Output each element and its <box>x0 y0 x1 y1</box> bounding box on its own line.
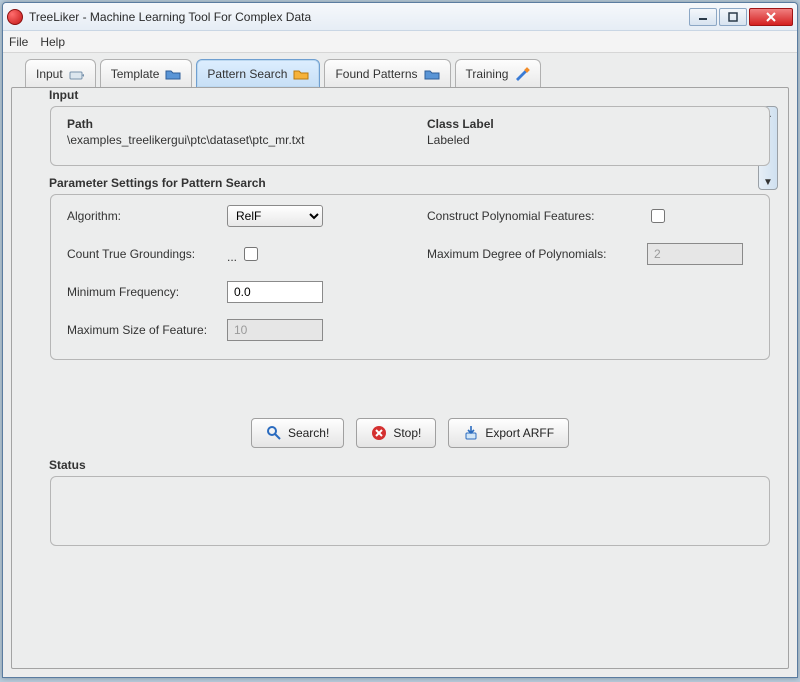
button-row: Search! Stop! Export ARFF <box>50 418 770 448</box>
export-button-label: Export ARFF <box>485 426 554 440</box>
params-legend: Parameter Settings for Pattern Search <box>49 176 266 190</box>
stop-icon <box>371 425 387 441</box>
titlebar: TreeLiker - Machine Learning Tool For Co… <box>3 3 797 31</box>
export-button[interactable]: Export ARFF <box>448 418 569 448</box>
path-value: \examples_treelikergui\ptc\dataset\ptc_m… <box>67 133 427 147</box>
maximize-button[interactable] <box>719 8 747 26</box>
close-icon <box>765 12 777 22</box>
class-value: Labeled <box>427 133 753 147</box>
tab-training[interactable]: Training <box>455 59 542 87</box>
input-icon <box>69 67 85 81</box>
stop-button[interactable]: Stop! <box>356 418 436 448</box>
count-ellipsis: ... <box>227 250 237 264</box>
algorithm-label: Algorithm: <box>67 209 227 223</box>
poly-checkbox[interactable] <box>651 209 665 223</box>
status-section: Status <box>50 476 770 546</box>
scroll-down-arrow[interactable]: ▼ <box>759 175 777 189</box>
folder-search-icon <box>293 67 309 81</box>
algorithm-select[interactable]: RelF <box>227 205 323 227</box>
menubar: File Help <box>3 31 797 53</box>
tab-training-label: Training <box>466 67 509 81</box>
main-panel: ▲ ▼ Input Path Class Label \examples_tre… <box>11 87 789 669</box>
minfreq-field[interactable] <box>227 281 323 303</box>
tab-pattern-search[interactable]: Pattern Search <box>196 59 320 87</box>
input-section: Input Path Class Label \examples_treelik… <box>50 106 770 166</box>
count-label: Count True Groundings: <box>67 247 227 261</box>
tab-input-label: Input <box>36 67 63 81</box>
maxdeg-label: Maximum Degree of Polynomials: <box>427 247 647 261</box>
app-window: TreeLiker - Machine Learning Tool For Co… <box>2 2 798 678</box>
search-button[interactable]: Search! <box>251 418 344 448</box>
count-checkbox[interactable] <box>244 247 258 261</box>
export-icon <box>463 425 479 441</box>
poly-label: Construct Polynomial Features: <box>427 209 647 223</box>
status-legend: Status <box>49 458 86 472</box>
folder-icon <box>424 67 440 81</box>
maxdeg-field <box>647 243 743 265</box>
tab-template[interactable]: Template <box>100 59 193 87</box>
app-icon <box>7 9 23 25</box>
search-button-label: Search! <box>288 426 329 440</box>
content-area: Input Template Pattern Search Found Patt… <box>3 53 797 677</box>
close-button[interactable] <box>749 8 793 26</box>
path-header: Path <box>67 117 427 131</box>
tab-input[interactable]: Input <box>25 59 96 87</box>
tab-found-patterns[interactable]: Found Patterns <box>324 59 450 87</box>
maxsize-label: Maximum Size of Feature: <box>67 323 227 337</box>
tab-template-label: Template <box>111 67 160 81</box>
tab-found-patterns-label: Found Patterns <box>335 67 417 81</box>
training-icon <box>514 67 530 81</box>
window-title: TreeLiker - Machine Learning Tool For Co… <box>29 10 689 24</box>
input-legend: Input <box>49 88 78 102</box>
maximize-icon <box>728 12 738 22</box>
search-icon <box>266 425 282 441</box>
tab-strip: Input Template Pattern Search Found Patt… <box>25 59 789 87</box>
minimize-button[interactable] <box>689 8 717 26</box>
maxsize-field <box>227 319 323 341</box>
stop-button-label: Stop! <box>393 426 421 440</box>
minimize-icon <box>698 13 708 21</box>
menu-file[interactable]: File <box>9 35 28 49</box>
minfreq-label: Minimum Frequency: <box>67 285 227 299</box>
folder-icon <box>165 67 181 81</box>
params-section: Parameter Settings for Pattern Search Al… <box>50 194 770 360</box>
tab-pattern-search-label: Pattern Search <box>207 67 287 81</box>
class-header: Class Label <box>427 117 753 131</box>
menu-help[interactable]: Help <box>40 35 65 49</box>
window-controls <box>689 8 793 26</box>
